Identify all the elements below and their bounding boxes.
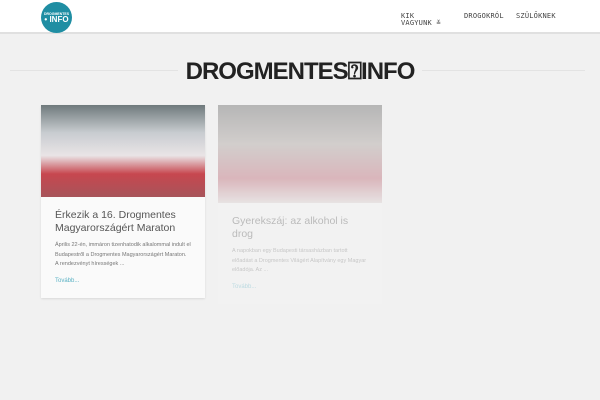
post-excerpt: A napokban egy Budapesti társasházban ta… (232, 248, 367, 273)
post-image[interactable] (218, 105, 382, 203)
post-title[interactable]: Érkezik a 16. Drogmentes Magyarországért… (41, 197, 205, 235)
nav-item-szuloknek[interactable]: SZÜLŐKNEK (516, 13, 556, 20)
logo-text-big: • INFO (44, 15, 69, 24)
site-header: DROGMENTES • INFO KIK VAGYUNK ≚ DROGOKRÓ… (0, 0, 600, 34)
post-title[interactable]: Gyerekszáj: az alkohol is drog (218, 203, 382, 241)
nav-item-kik-vagyunk[interactable]: KIK VAGYUNK ≚ (401, 13, 441, 27)
post-excerpt: Április 22-én, immáron tizenhatodik alka… (55, 242, 191, 267)
read-more-link[interactable]: Tovább... (41, 270, 205, 298)
post-image[interactable] (41, 105, 205, 197)
post-card: Gyerekszáj: az alkohol is drog A napokba… (218, 105, 382, 304)
page-title: DROGMENTES⍰INFO (177, 58, 423, 86)
site-logo[interactable]: DROGMENTES • INFO (41, 2, 72, 33)
post-card: Érkezik a 16. Drogmentes Magyarországért… (41, 105, 205, 298)
read-more-link[interactable]: Tovább... (218, 276, 382, 304)
nav-label: VAGYUNK ≚ (401, 19, 441, 27)
nav-item-drogokrol[interactable]: DROGOKRÓL (464, 13, 504, 20)
